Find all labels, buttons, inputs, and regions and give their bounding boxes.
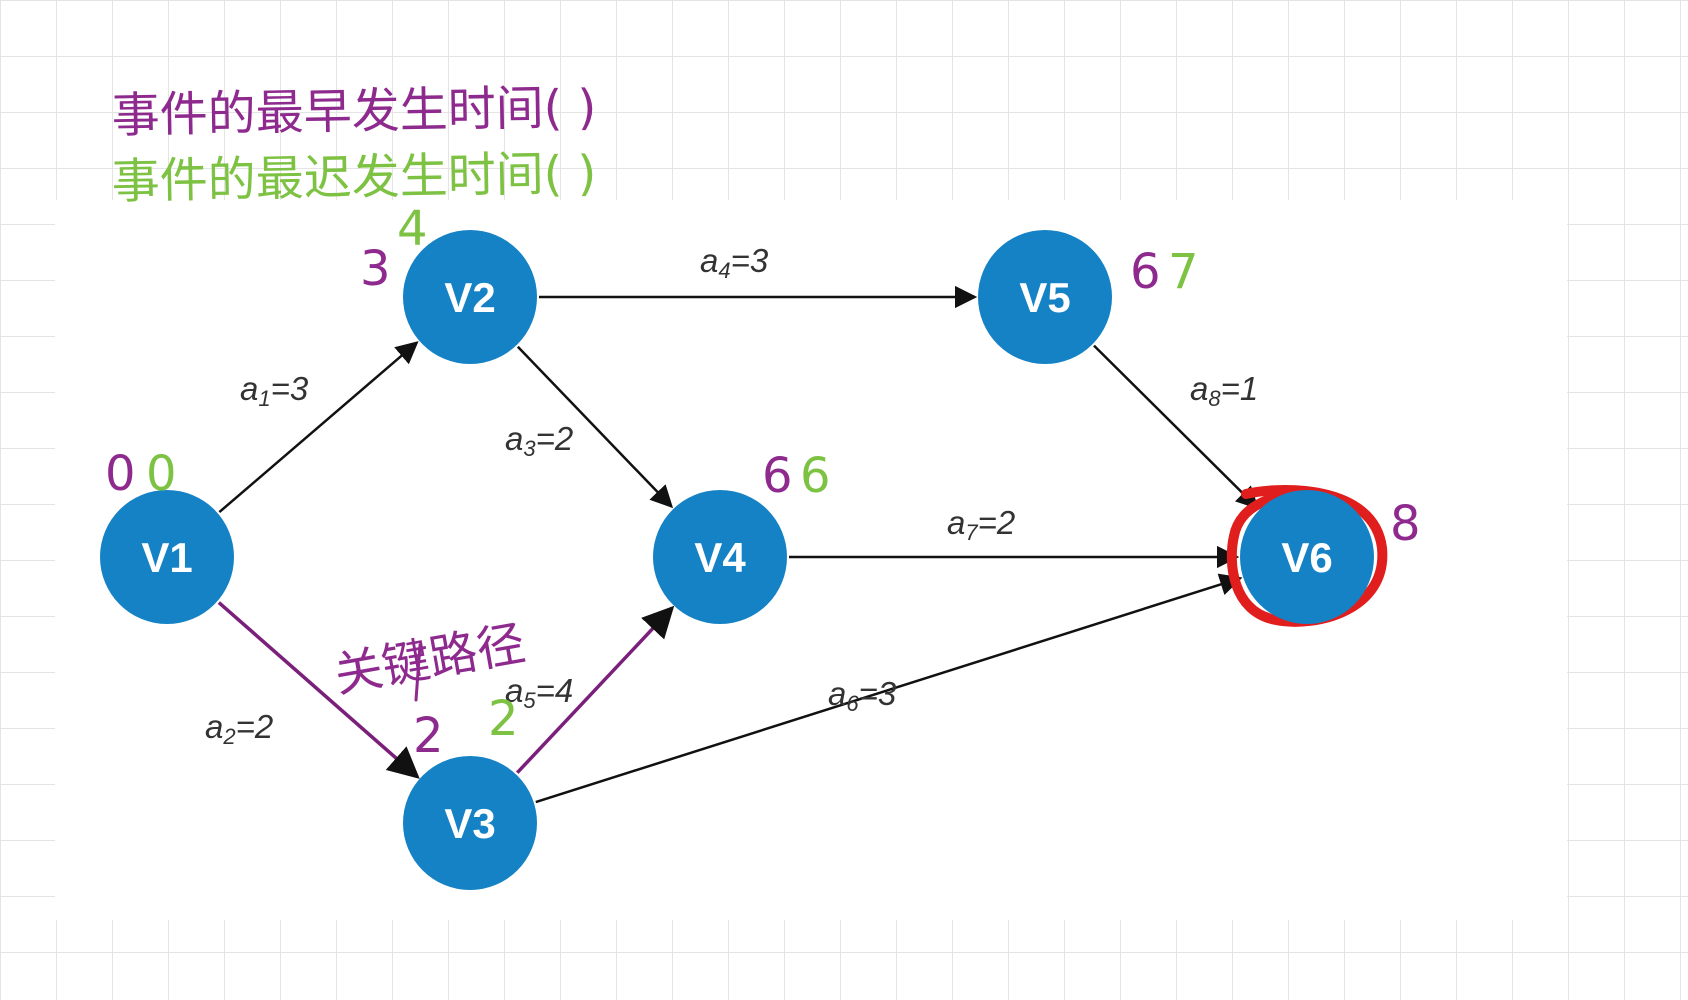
- edge-label-v1-v2: a1=3: [240, 370, 309, 411]
- edge-label-v1-v3: a2=2: [205, 708, 273, 749]
- edge-label-v2-v5: a4=3: [700, 242, 769, 283]
- latest-time-v1: 0: [146, 446, 177, 502]
- aoe-network-diagram: 事件的最早发生时间( ) 事件的最迟发生时间( ) a1=3 a2=2 a3=2 a4…: [100, 80, 1421, 890]
- edge-label-v3-v6: a6=3: [828, 675, 897, 716]
- node-label-v6: V6: [1281, 534, 1332, 581]
- latest-time-v2: 4: [397, 201, 428, 257]
- earliest-time-v1: 0: [105, 446, 136, 502]
- latest-time-v3: 2: [488, 691, 519, 747]
- earliest-time-v2: 3: [360, 241, 391, 297]
- node-v6: V6: [1240, 490, 1374, 624]
- node-label-v1: V1: [141, 534, 192, 581]
- earliest-time-v4: 6: [762, 448, 793, 504]
- node-v4: V4: [653, 490, 787, 624]
- node-v1: V1: [100, 490, 234, 624]
- node-label-v3: V3: [444, 800, 495, 847]
- node-v3: V3: [403, 756, 537, 890]
- node-label-v5: V5: [1019, 274, 1070, 321]
- latest-time-v4: 6: [800, 448, 831, 504]
- edge-label-v5-v6: a8=1: [1190, 370, 1258, 411]
- node-v5: V5: [978, 230, 1112, 364]
- earliest-time-title: 事件的最早发生时间( ): [111, 80, 597, 144]
- edge-label-v2-v4: a3=2: [505, 420, 573, 461]
- earliest-time-v3: 2: [413, 708, 444, 764]
- latest-time-v5: 7: [1168, 244, 1199, 300]
- earliest-time-v5: 6: [1130, 244, 1161, 300]
- node-label-v2: V2: [444, 274, 495, 321]
- nodes-layer: V1 V2 V3 V4 V5 V6: [100, 230, 1374, 890]
- edge-label-v4-v6: a7=2: [947, 504, 1015, 545]
- latest-time-title: 事件的最迟发生时间( ): [111, 146, 597, 210]
- node-values-layer: 0 0342 26 66 78: [105, 201, 1421, 764]
- earliest-time-v6: 8: [1390, 496, 1421, 552]
- edge-v1-v2: [218, 341, 419, 514]
- node-label-v4: V4: [694, 534, 746, 581]
